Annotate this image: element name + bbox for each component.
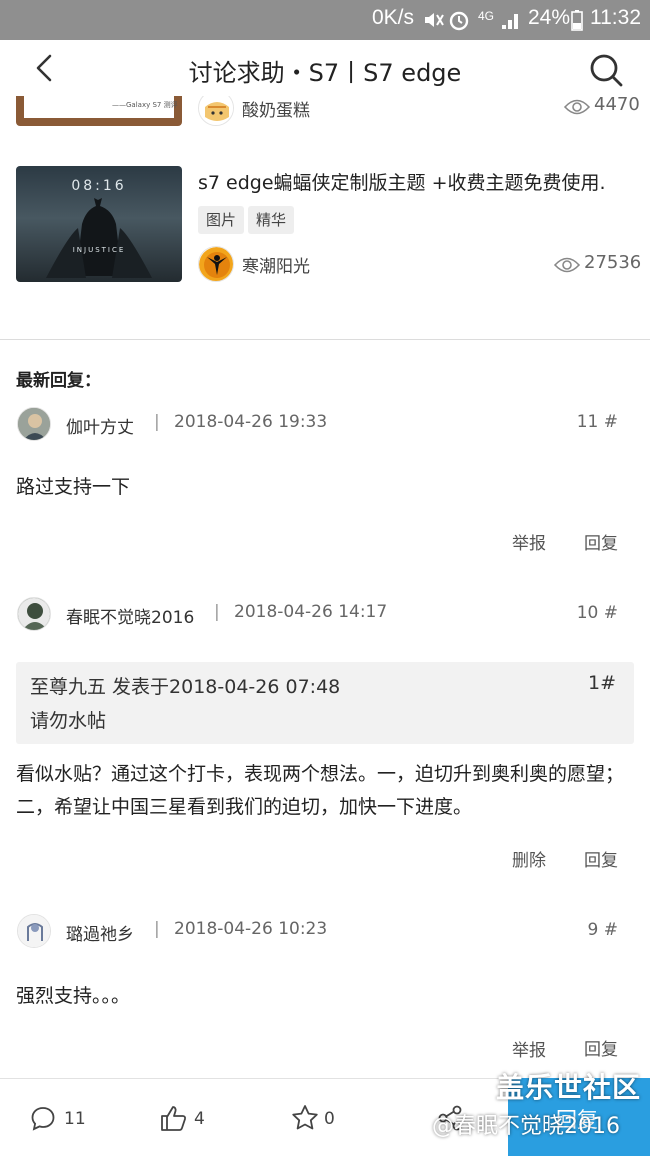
post-thumbnail: 08:16 INJUSTICE — [16, 166, 182, 282]
reply-floor: 9 # — [587, 920, 618, 940]
alarm-icon — [449, 11, 469, 31]
reply-time: 2018-04-26 14:17 — [234, 602, 388, 622]
reply-separator: | — [154, 412, 160, 432]
view-count: 27536 — [584, 252, 642, 273]
section-divider — [0, 339, 650, 340]
reply-content: 强烈支持。。。 — [16, 985, 131, 1007]
report-button[interactable]: 举报 — [512, 529, 546, 554]
watermark-site: 盖乐世社区 — [496, 1071, 642, 1104]
mute-icon — [425, 13, 444, 27]
quote-floor: 1# — [587, 672, 616, 694]
post-title[interactable]: s7 edge蝙蝠侠定制版主题 +收费主题免费使用. — [198, 168, 606, 195]
battery-icon — [571, 10, 583, 31]
avatar[interactable] — [198, 96, 234, 126]
quote-header: 至尊九五 发表于2018-04-26 07:48 — [30, 676, 341, 698]
reply-time: 2018-04-26 10:23 — [174, 919, 328, 939]
post-author[interactable]: 寒潮阳光 — [242, 252, 310, 277]
post-item[interactable]: ——Galaxy S7 测评 酸奶蛋糕 4470 — [0, 96, 650, 132]
reply-content: 路过支持一下 — [16, 476, 131, 498]
page-title: 讨论求助・S7丨S7 edge — [188, 59, 462, 87]
like-count: 4 — [194, 1109, 205, 1129]
latest-replies-heading: 最新回复： — [16, 371, 101, 391]
reply-username[interactable]: 璐過祂乡 — [66, 920, 134, 945]
reply-floor: 11 # — [576, 412, 618, 432]
post-item[interactable]: 08:16 INJUSTICE s7 edge蝙蝠侠定制版主题 +收费主题免费使… — [0, 166, 650, 286]
reply-button[interactable]: 回复 — [584, 1035, 618, 1060]
avatar[interactable] — [198, 246, 234, 282]
search-icon[interactable] — [588, 52, 624, 88]
avatar[interactable] — [17, 914, 51, 948]
signal-icon — [502, 14, 518, 29]
like-icon[interactable] — [160, 1103, 188, 1133]
post-thumbnail: ——Galaxy S7 测评 — [16, 96, 182, 126]
reply-separator: | — [154, 919, 160, 939]
reply-username[interactable]: 伽叶方丈 — [66, 413, 134, 438]
comment-icon[interactable] — [30, 1103, 56, 1133]
status-bar: 0K/s 4G 24% 11:32 — [0, 0, 650, 40]
reply-time: 2018-04-26 19:33 — [174, 412, 328, 432]
reply-button[interactable]: 回复 — [584, 529, 618, 554]
reply-button[interactable]: 回复 — [584, 846, 618, 871]
net-speed: 0K/s — [372, 6, 415, 29]
star-icon[interactable] — [290, 1103, 320, 1133]
quote-text: 请勿水帖 — [30, 710, 107, 732]
tag-featured: 精华 — [248, 206, 295, 234]
quoted-reply: 至尊九五 发表于2018-04-26 07:48 1# 请勿水帖 — [16, 662, 634, 744]
battery-level: 24% — [528, 6, 571, 29]
comment-count: 11 — [64, 1109, 86, 1129]
view-count: 4470 — [594, 96, 640, 115]
tag-image: 图片 — [198, 206, 245, 234]
reply-content: 看似水贴？通过这个打卡，表现两个想法。一，迫切升到奥利奥的愿望；二，希望让中国三… — [16, 763, 625, 818]
post-author[interactable]: 酸奶蛋糕 — [242, 96, 310, 121]
watermark-user: @春眠不觉晓2016 — [432, 1114, 620, 1139]
reply-floor: 10 # — [576, 603, 618, 623]
clock: 11:32 — [590, 6, 641, 29]
avatar[interactable] — [17, 407, 51, 441]
eye-icon — [564, 99, 590, 115]
avatar[interactable] — [17, 597, 51, 631]
report-button[interactable]: 举报 — [512, 1036, 546, 1061]
reply-separator: | — [214, 602, 220, 622]
network-type: 4G — [478, 9, 495, 23]
reply-username[interactable]: 春眠不觉晓2016 — [66, 603, 194, 628]
app-header: 讨论求助・S7丨S7 edge — [0, 40, 650, 96]
eye-icon — [554, 257, 580, 273]
delete-button[interactable]: 删除 — [512, 846, 546, 871]
favorite-count: 0 — [324, 1109, 335, 1129]
